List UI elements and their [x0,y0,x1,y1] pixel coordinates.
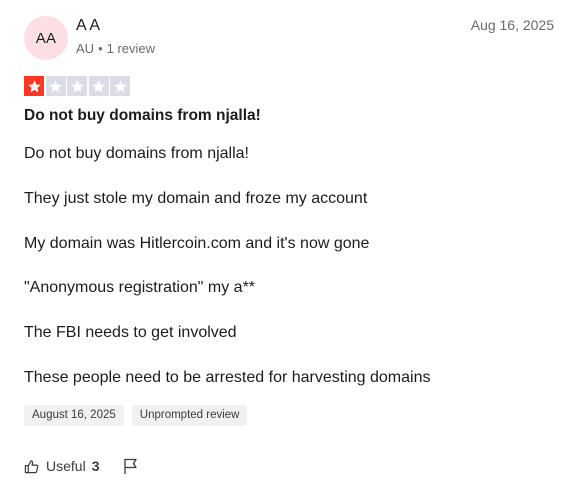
useful-label: Useful [46,458,86,474]
reviewer-review-count: 1 review [106,41,156,56]
review-paragraph: They just stole my domain and froze my a… [24,189,368,207]
star-empty-icon [45,76,66,96]
review-header: AA A A AU • 1 review Aug 16, 2025 [24,16,554,60]
date-of-experience-badge: August 16, 2025 [24,405,124,426]
review-body: Do not buy domains from njalla! They just… [24,144,544,413]
star-rating [24,76,130,96]
star-filled-icon [24,76,44,96]
review-paragraph: My domain was Hitlercoin.com and it's no… [24,234,370,252]
review-card: AA A A AU • 1 review Aug 16, 2025 Do not b… [0,0,574,488]
useful-count: 3 [91,458,100,474]
meta-separator: • [98,41,103,56]
reviewer-name[interactable]: A A [76,17,100,35]
review-paragraph: The FBI needs to get involved [24,324,237,342]
star-empty-icon [110,76,130,96]
review-type-badge: Unprompted review [131,405,248,426]
report-button[interactable] [123,456,138,476]
star-empty-icon [67,76,87,96]
star-empty-icon [88,76,109,96]
thumbs-up-icon [24,459,39,474]
flag-icon [123,458,138,474]
review-title[interactable]: Do not buy domains from njalla! [24,107,261,125]
review-date: Aug 16, 2025 [470,17,554,33]
review-tags: August 16, 2025 Unprompted review [24,405,248,426]
review-paragraph: Do not buy domains from njalla! [24,145,249,162]
review-paragraph: These people need to be arrested for har… [24,368,431,386]
useful-button[interactable]: Useful 3 [24,456,99,476]
reviewer-meta: AU • 1 review [76,41,155,56]
reviewer-country: AU [76,41,95,56]
review-paragraph: "Anonymous registration" my a** [24,279,256,297]
review-actions: Useful 3 [24,456,138,476]
avatar[interactable]: AA [24,16,68,60]
